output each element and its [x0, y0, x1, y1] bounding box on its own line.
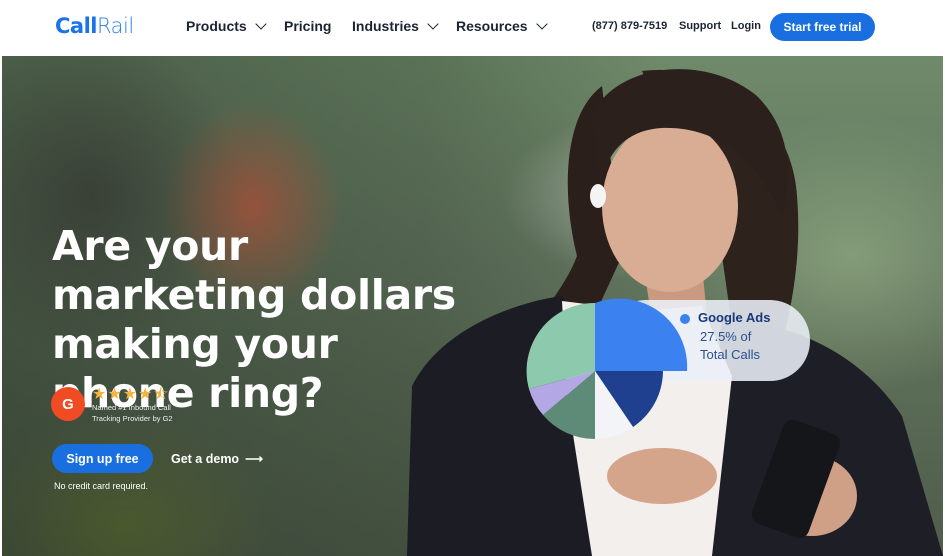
callout-title: Google Ads: [698, 310, 771, 325]
nav-products[interactable]: Products: [186, 18, 267, 34]
chevron-down-icon: [255, 18, 267, 30]
get-a-demo-link[interactable]: Get a demo ⟶: [171, 451, 263, 467]
get-a-demo-label: Get a demo: [171, 451, 240, 466]
chevron-down-icon: [535, 18, 548, 30]
callrail-logo[interactable]: CallRail: [55, 14, 134, 38]
nav-products-label: Products: [186, 18, 247, 34]
start-free-trial-button[interactable]: Start free trial: [770, 13, 875, 41]
nav-resources-label: Resources: [456, 18, 528, 34]
phone-link[interactable]: (877) 879-7519: [592, 20, 667, 32]
nav-industries[interactable]: Industries: [352, 18, 439, 34]
no-credit-card-note: No credit card required.: [54, 481, 149, 491]
hero-section: Google Ads 27.5% of Total Calls Are your…: [2, 56, 943, 556]
nav-pricing-label: Pricing: [284, 18, 332, 34]
support-link[interactable]: Support: [679, 20, 721, 32]
g2-badge-label: G: [62, 395, 74, 413]
nav-pricing[interactable]: Pricing: [284, 18, 331, 34]
top-navigation: CallRail Products Pricing Industries Res…: [0, 0, 945, 55]
rating-text: Named #1 Inbound Call Tracking Provider …: [92, 403, 173, 423]
chevron-down-icon: [427, 18, 439, 30]
callout-line-1: 27.5% of: [700, 329, 752, 344]
pie-slice-google-ads: [595, 298, 688, 371]
nav-resources[interactable]: Resources: [456, 18, 548, 34]
g2-logo-icon: G: [51, 387, 85, 421]
sign-up-free-button[interactable]: Sign up free: [52, 444, 153, 473]
callout-line-2: Total Calls: [700, 347, 760, 362]
call-source-pie-graphic: [526, 298, 688, 440]
arrow-right-icon: ⟶: [245, 452, 263, 466]
nav-industries-label: Industries: [352, 18, 419, 34]
login-link[interactable]: Login: [731, 20, 761, 32]
